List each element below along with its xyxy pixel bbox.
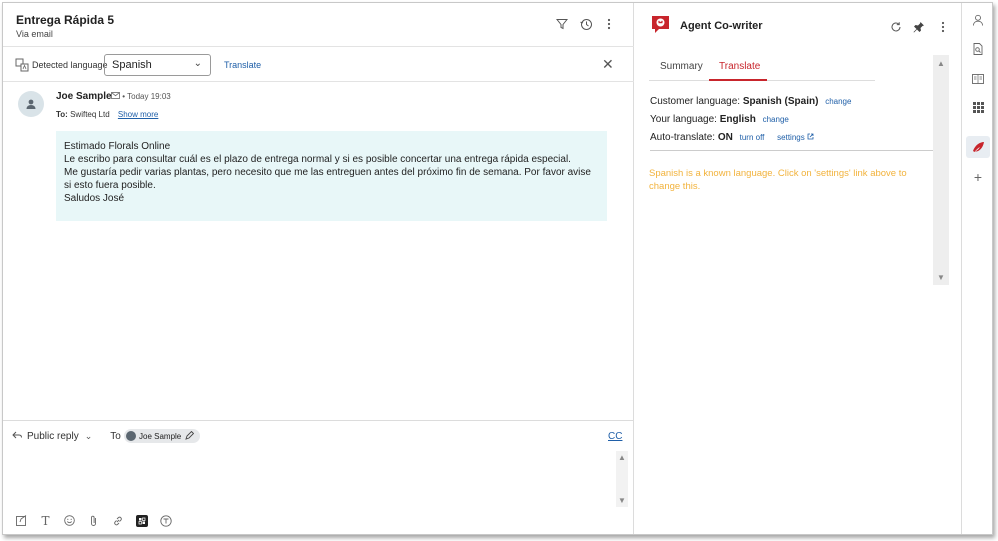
settings-link[interactable]: settings	[777, 133, 814, 142]
to-label: To:	[56, 110, 68, 119]
tab-summary[interactable]: Summary	[660, 61, 703, 72]
your-language-value: English	[719, 114, 756, 125]
avatar	[18, 91, 44, 117]
message-time: Today 19:03	[127, 92, 171, 101]
message-line: Saludos José	[64, 193, 125, 204]
scroll-up-icon[interactable]: ▲	[937, 59, 945, 68]
your-language-label: Your language:	[650, 114, 717, 125]
message-body: Estimado Florals Online Le escribo para …	[56, 131, 607, 221]
translate-link[interactable]: Translate	[224, 60, 261, 70]
document-search-icon[interactable]	[971, 42, 985, 56]
attachment-icon[interactable]	[87, 514, 100, 527]
app-tabs: Summary Translate	[649, 55, 875, 81]
scroll-down-icon[interactable]: ▼	[937, 273, 945, 282]
cc-link[interactable]: CC	[608, 431, 622, 442]
reply-area: Public reply ⌄ To Joe Sample CC ▲ ▼ T	[3, 420, 634, 534]
chevron-down-icon: ⌄	[193, 58, 202, 69]
detected-language-label: Detected language	[32, 60, 108, 70]
macro-icon[interactable]	[159, 514, 172, 527]
close-icon[interactable]: ✕	[602, 56, 614, 73]
reply-scrollbar[interactable]: ▲ ▼	[616, 451, 628, 507]
message-line: Me gustaría pedir varias plantas, pero n…	[64, 167, 591, 191]
pin-icon[interactable]	[913, 21, 925, 36]
language-bar: Detected language Spanish ⌄ Translate ✕	[3, 48, 634, 82]
agent-cowriter-app-icon[interactable]	[971, 140, 985, 154]
email-icon	[111, 92, 122, 101]
auto-translate-row: Auto-translate: ON turn off settings	[650, 132, 814, 143]
app-grid-icon[interactable]	[135, 514, 148, 527]
emoji-icon[interactable]	[63, 514, 76, 527]
customer-language-label: Customer language:	[650, 96, 741, 107]
scroll-down-icon[interactable]: ▼	[618, 496, 626, 505]
window: Entrega Rápida 5 Via email Detected lang…	[2, 2, 993, 535]
change-customer-language-link[interactable]: change	[825, 97, 851, 106]
scroll-up-icon[interactable]: ▲	[618, 453, 626, 462]
message-line: Le escribo para consultar cuál es el pla…	[64, 154, 571, 165]
settings-link-label: settings	[777, 133, 805, 142]
app-title: Agent Co-writer	[680, 20, 763, 32]
text-format-icon[interactable]: T	[39, 514, 52, 528]
message-line: Estimado Florals Online	[64, 141, 171, 152]
filter-icon[interactable]	[554, 16, 570, 32]
customer-language-value: Spanish (Spain)	[742, 96, 819, 107]
to-value: Swifteq Ltd	[70, 110, 110, 119]
reply-mode-select[interactable]: Public reply	[27, 431, 79, 442]
your-language-row: Your language: English change	[650, 114, 789, 125]
apps-rail: +	[961, 3, 992, 534]
recipient-name: Joe Sample	[139, 431, 182, 441]
customer-language-row: Customer language: Spanish (Spain) chang…	[650, 96, 851, 107]
composer-toolbar: T	[15, 514, 172, 528]
auto-translate-label: Auto-translate:	[650, 132, 716, 143]
user-icon[interactable]	[971, 13, 985, 27]
tab-translate[interactable]: Translate	[719, 61, 760, 72]
language-select-value: Spanish	[112, 59, 152, 71]
reply-header: Public reply ⌄ To	[12, 431, 121, 442]
link-icon[interactable]	[111, 514, 124, 527]
show-more-link[interactable]: Show more	[118, 110, 158, 119]
to-label: To	[110, 431, 121, 442]
divider	[650, 150, 933, 151]
auto-translate-value: ON	[717, 132, 733, 143]
avatar	[126, 431, 136, 441]
more-vert-icon[interactable]	[601, 16, 617, 32]
apps-grid-icon[interactable]	[971, 100, 985, 114]
message-meta: • Today 19:03	[111, 92, 171, 101]
agent-cowriter-app: Agent Co-writer Summary Translate Custom…	[635, 3, 961, 534]
ticket-channel: Via email	[16, 29, 53, 39]
compose-icon[interactable]	[15, 514, 28, 527]
app-scrollbar[interactable]: ▲ ▼	[933, 55, 949, 285]
more-vert-icon[interactable]	[941, 21, 945, 36]
change-your-language-link[interactable]: change	[763, 115, 789, 124]
external-link-icon	[807, 133, 814, 142]
active-tab-indicator	[709, 79, 767, 81]
agent-cowriter-logo-icon	[650, 14, 671, 35]
ticket-title: Entrega Rápida 5	[16, 13, 115, 27]
translate-language-icon	[15, 58, 29, 72]
ticket-header: Entrega Rápida 5 Via email	[3, 3, 634, 47]
recipient-chip[interactable]: Joe Sample	[124, 429, 201, 443]
history-icon[interactable]	[578, 16, 594, 32]
known-language-warning: Spanish is a known language. Click on 's…	[649, 168, 907, 192]
edit-icon[interactable]	[185, 430, 195, 442]
ticket-pane: Entrega Rápida 5 Via email Detected lang…	[3, 3, 634, 534]
sender-name: Joe Sample	[56, 91, 112, 102]
refresh-icon[interactable]	[890, 21, 902, 36]
language-select[interactable]: Spanish ⌄	[104, 54, 211, 76]
turn-off-link[interactable]: turn off	[740, 133, 765, 142]
add-app-icon[interactable]: +	[971, 169, 985, 185]
reply-arrow-icon	[12, 431, 22, 442]
knowledge-book-icon[interactable]	[971, 72, 985, 86]
to-line: To: Swifteq Ltd Show more	[56, 110, 158, 119]
chevron-down-icon[interactable]: ⌄	[85, 431, 93, 442]
